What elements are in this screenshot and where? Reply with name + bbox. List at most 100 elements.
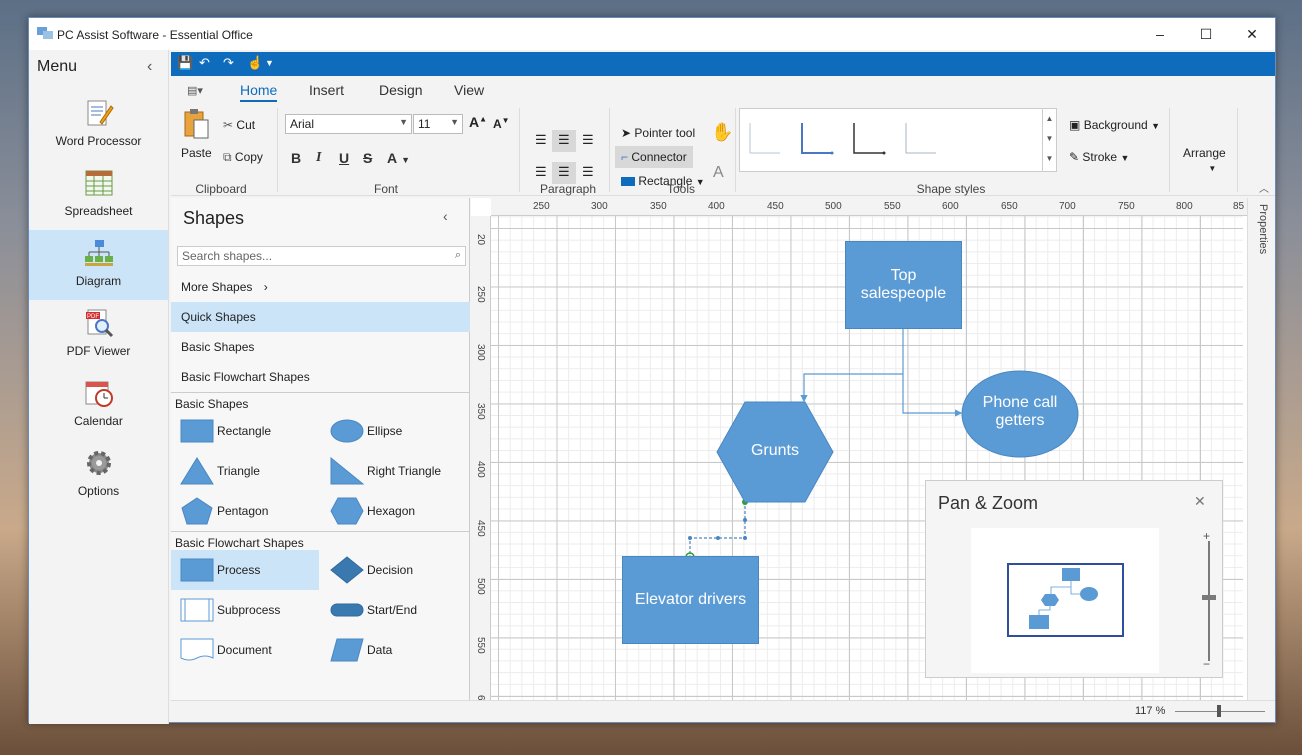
zoom-out-button[interactable]: −	[1203, 657, 1210, 671]
shape-label: Data	[367, 643, 393, 657]
italic-button[interactable]: I	[316, 150, 321, 166]
diagram-canvas[interactable]: 250 300 350 400 450 500 550 600 650 700 …	[471, 198, 1247, 700]
shape-elevator-drivers[interactable]: Elevator drivers	[622, 556, 759, 644]
collapse-ribbon-icon[interactable]: ︿	[1259, 180, 1269, 195]
close-button[interactable]: ✕	[1229, 18, 1275, 50]
font-color-button[interactable]: A ▼	[387, 150, 410, 166]
connector-tool-button[interactable]: ⌐ Connector	[621, 150, 687, 164]
properties-panel-tab[interactable]	[1247, 198, 1275, 700]
copy-label: Copy	[234, 150, 263, 164]
pan-hand-icon[interactable]: ✋	[711, 122, 733, 143]
zoom-slider[interactable]	[1208, 541, 1210, 661]
shape-document[interactable]: Document	[171, 630, 319, 670]
shape-grunts[interactable]: Grunts	[716, 401, 834, 503]
svg-text:PDF: PDF	[87, 314, 99, 320]
nav-spreadsheet[interactable]: Spreadsheet	[29, 160, 168, 230]
shape-rectangle[interactable]: Rectangle	[171, 411, 319, 451]
shape-label: Document	[217, 643, 272, 657]
redo-icon[interactable]: ↷	[223, 55, 234, 71]
arrange-button[interactable]: Arrange ▼	[1183, 146, 1226, 174]
nav-label: PDF Viewer	[66, 344, 131, 358]
status-bar: 117 %	[171, 700, 1275, 722]
shape-process[interactable]: Process	[171, 550, 319, 590]
chevron-down-icon: ▼	[450, 117, 459, 127]
shape-hexagon[interactable]: Hexagon	[321, 491, 469, 531]
align-bottom-icon[interactable]: ☰	[582, 132, 594, 148]
bold-button[interactable]: B	[291, 150, 301, 166]
shape-decision[interactable]: Decision	[321, 550, 469, 590]
title-bar: PC Assist Software - Essential Office – …	[29, 18, 1275, 50]
align-top-icon[interactable]: ☰	[535, 132, 547, 148]
nav-diagram[interactable]: Diagram	[29, 230, 168, 300]
strikethrough-button[interactable]: S	[363, 150, 372, 166]
zoom-thumb[interactable]	[1217, 705, 1221, 717]
backstage-menu-icon[interactable]: ▤▾	[187, 84, 203, 97]
search-input[interactable]: Search shapes... ⌕	[177, 246, 466, 266]
chevron-down-icon: ▼	[1120, 153, 1130, 163]
shrink-font-button[interactable]: A▼	[493, 116, 510, 131]
nav-options[interactable]: Options	[29, 440, 168, 510]
group-separator	[1237, 108, 1238, 192]
paste-icon[interactable]	[183, 108, 211, 140]
collapse-menu-icon[interactable]: ‹	[147, 58, 152, 76]
background-button[interactable]: ▣ Background ▼	[1069, 118, 1160, 132]
align-center-icon[interactable]: ☰	[558, 164, 570, 180]
touch-mode-icon[interactable]: ☝	[247, 55, 263, 71]
background-icon: ▣	[1069, 118, 1081, 132]
text-tool-icon[interactable]: A	[713, 164, 724, 182]
shape-label: Process	[217, 563, 261, 577]
nav-label: Calendar	[74, 414, 123, 428]
category-quick-shapes[interactable]: Quick Shapes	[171, 302, 470, 332]
nav-calendar[interactable]: Calendar	[29, 370, 168, 440]
shape-triangle[interactable]: Triangle	[171, 451, 319, 491]
stroke-button[interactable]: ✎ Stroke ▼	[1069, 150, 1129, 164]
font-size-select[interactable]: 11 ▼	[413, 114, 463, 134]
shape-styles-gallery[interactable]: ▲ ▼ ▼	[739, 108, 1057, 172]
collapse-shapes-icon[interactable]: ‹	[443, 208, 448, 224]
shape-pentagon[interactable]: Pentagon	[171, 491, 319, 531]
shape-start-end[interactable]: Start/End	[321, 590, 469, 630]
app-logo-icon	[37, 27, 53, 39]
font-family-select[interactable]: Arial ▼	[285, 114, 412, 134]
grow-font-button[interactable]: A▲	[469, 114, 487, 130]
nav-word-processor[interactable]: Word Processor	[29, 90, 168, 160]
category-more-shapes[interactable]: More Shapes ›	[171, 272, 470, 302]
tab-view[interactable]: View	[454, 82, 484, 98]
nav-pdf-viewer[interactable]: PDF PDF Viewer	[29, 300, 168, 370]
underline-button[interactable]: U	[339, 150, 349, 166]
tab-home[interactable]: Home	[240, 82, 278, 102]
copy-button[interactable]: ⧉ Copy	[223, 150, 263, 165]
ribbon-tabs: ▤▾ Home Insert Design View	[171, 76, 1275, 104]
align-middle-icon[interactable]: ☰	[558, 132, 570, 148]
shape-right-triangle[interactable]: Right Triangle	[321, 451, 469, 491]
tab-design[interactable]: Design	[379, 82, 423, 98]
divider	[171, 392, 470, 393]
pointer-tool-button[interactable]: ➤ Pointer tool	[621, 126, 695, 140]
category-basic-flowchart[interactable]: Basic Flowchart Shapes	[171, 362, 470, 392]
nav-label: Diagram	[75, 274, 122, 288]
maximize-button[interactable]: ☐	[1183, 18, 1229, 50]
tab-insert[interactable]: Insert	[309, 82, 344, 98]
paste-button[interactable]: Paste	[181, 146, 212, 160]
save-icon[interactable]: 💾	[177, 55, 193, 71]
shape-phone-call-getters[interactable]: Phone call getters	[961, 370, 1079, 458]
shape-ellipse[interactable]: Ellipse	[321, 411, 469, 451]
hexagon-shape-icon	[330, 497, 364, 525]
cut-button[interactable]: ✂ Cut	[223, 118, 255, 132]
shape-top-salespeople[interactable]: Top salespeople	[845, 241, 962, 329]
window-title: PC Assist Software - Essential Office	[57, 28, 253, 42]
align-left-icon[interactable]: ☰	[535, 164, 547, 180]
customize-toolbar-icon[interactable]: ▼	[265, 58, 274, 68]
zoom-slider-thumb[interactable]	[1202, 595, 1216, 600]
category-basic-shapes[interactable]: Basic Shapes	[171, 332, 470, 362]
align-right-icon[interactable]: ☰	[582, 164, 594, 180]
shape-data[interactable]: Data	[321, 630, 469, 670]
nav-label: Options	[77, 484, 120, 498]
gallery-scroll-icon[interactable]: ▲ ▼ ▼	[1042, 109, 1056, 171]
undo-icon[interactable]: ↶	[199, 55, 210, 71]
minimize-button[interactable]: –	[1137, 18, 1183, 50]
shape-subprocess[interactable]: Subprocess	[171, 590, 319, 630]
word-processor-icon	[87, 100, 114, 126]
pan-zoom-preview[interactable]	[971, 528, 1159, 673]
close-icon[interactable]: ✕	[1194, 493, 1206, 510]
